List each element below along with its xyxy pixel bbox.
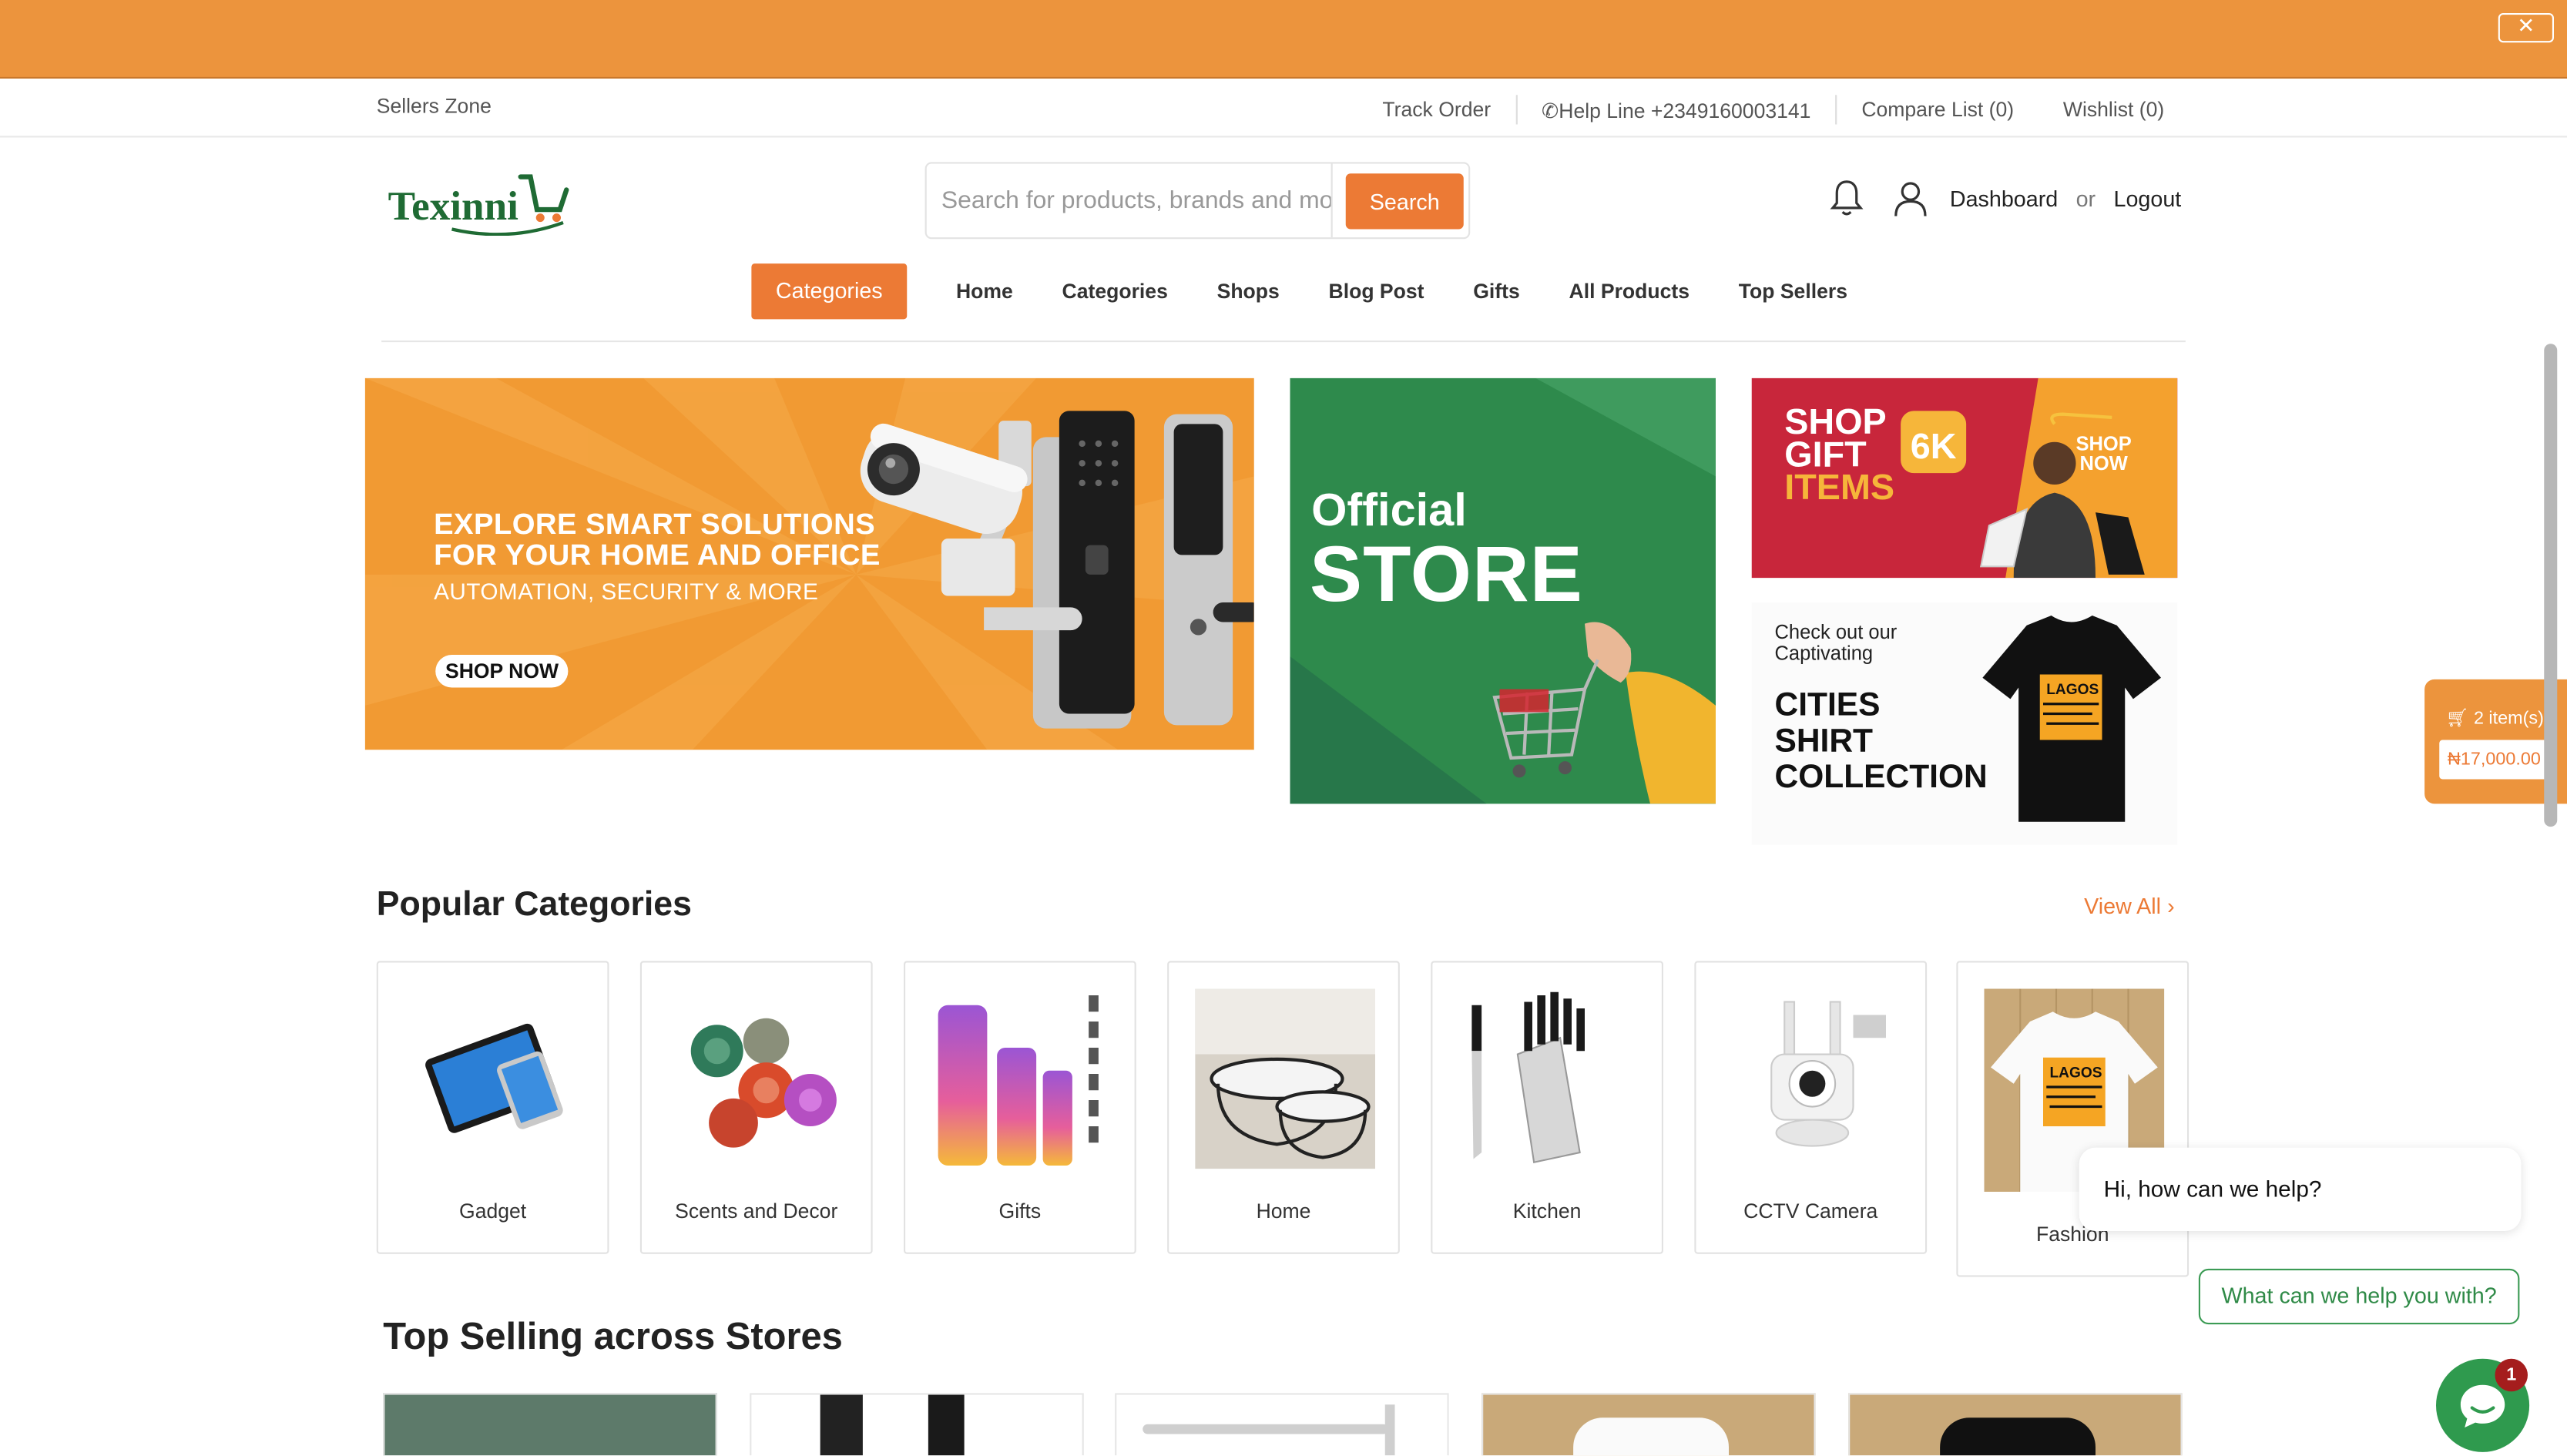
cart-items-count: 🛒︎ 2 item(s) [2446, 707, 2544, 729]
scents-image [690, 1018, 837, 1148]
header-account-area: Dashboard or Logout [1827, 177, 2182, 220]
cities-intro-text: Check out our Captivating [1774, 620, 1898, 665]
search-divider [1330, 163, 1333, 238]
category-label: Kitchen [1512, 1199, 1582, 1223]
category-card-kitchen[interactable]: Kitchen [1431, 961, 1663, 1254]
cities-shirt-banner[interactable]: Check out our Captivating CITIES SHIRT C… [1751, 602, 2178, 845]
category-label: Scents and Decor [675, 1199, 838, 1223]
shirt-print-text: LAGOS [2046, 682, 2099, 698]
category-label: Gadget [459, 1199, 527, 1223]
product-image [1573, 1417, 1729, 1456]
gadget-image [425, 1023, 563, 1133]
product-card[interactable] [383, 1393, 717, 1456]
official-store-banner[interactable]: Official STORE [1290, 377, 1716, 804]
texinni-logo[interactable]: Texinni [387, 167, 570, 236]
category-label: Home [1256, 1199, 1311, 1223]
product-card[interactable] [750, 1393, 1084, 1456]
product-card[interactable] [1848, 1393, 2183, 1456]
or-text: or [2075, 186, 2096, 211]
chevron-right-icon: › [2167, 894, 2175, 919]
nav-all-products[interactable]: All Products [1569, 280, 1690, 303]
category-card-scents-and-decor[interactable]: Scents and Decor [639, 961, 873, 1254]
nav-shops[interactable]: Shops [1217, 280, 1280, 303]
product-image [928, 1394, 965, 1456]
nav-categories[interactable]: Categories [1062, 280, 1168, 303]
page-scrollbar[interactable] [2544, 344, 2558, 827]
cities-title: CITIES SHIRT COLLECTION [1775, 688, 1988, 796]
gift-items-banner[interactable]: SHOP GIFT ITEMS 6K SHOP NOW [1751, 377, 2178, 579]
categories-dropdown-button[interactable]: Categories [751, 263, 908, 320]
nav-divider [381, 341, 2186, 343]
coffee-table-image [1195, 988, 1375, 1169]
view-all-text: View All [2084, 894, 2162, 919]
black-tshirt-image: LAGOS [1982, 616, 2161, 822]
search-bar: Search [924, 162, 1471, 240]
nav-gifts[interactable]: Gifts [1473, 280, 1520, 303]
banner-headline: EXPLORE SMART SOLUTIONS FOR YOUR HOME AN… [434, 507, 881, 572]
track-order-link[interactable]: Track Order [1358, 99, 1515, 122]
help-line-text: Help Line +2349160003141 [1559, 99, 1811, 122]
promo-top-bar: ✕ [0, 0, 2567, 79]
top-selling-title: Top Selling across Stores [383, 1314, 843, 1357]
nav-top-sellers[interactable]: Top Sellers [1739, 280, 1847, 303]
category-card-home[interactable]: Home [1167, 961, 1400, 1254]
user-icon[interactable] [1891, 177, 1930, 220]
site-header: Texinni Search Dashboard or Logout [0, 138, 2567, 253]
cities-title-line1: CITIES [1774, 687, 1881, 724]
shop-now-button[interactable]: SHOP NOW [435, 655, 569, 688]
category-card-cctv-camera[interactable]: CCTV Camera [1694, 961, 1928, 1254]
sellers-zone-link[interactable]: Sellers Zone [377, 95, 492, 118]
cart-items-text: 2 item(s) [2473, 709, 2544, 729]
popular-categories-title: Popular Categories [376, 885, 692, 924]
shirt-print-text: LAGOS [2050, 1065, 2102, 1081]
cities-title-line3: COLLECTION [1774, 760, 1988, 796]
banner-subline: AUTOMATION, SECURITY & MORE [434, 578, 819, 605]
chat-icon [2460, 1384, 2505, 1427]
category-label: Gifts [998, 1199, 1042, 1223]
woman-with-bags-image [1979, 412, 2145, 579]
product-image [1143, 1424, 1388, 1434]
search-input[interactable] [926, 163, 1331, 238]
cart-icon: 🛒︎ [2445, 709, 2474, 729]
product-image [820, 1394, 863, 1456]
smart-lock-image [984, 411, 1254, 729]
banner-headline-line2: FOR YOUR HOME AND OFFICE [434, 538, 881, 572]
search-button[interactable]: Search [1345, 173, 1464, 230]
cctv-camera-image [1770, 1001, 1886, 1147]
banner-headline-line1: EXPLORE SMART SOLUTIONS [434, 507, 876, 541]
product-image [1940, 1417, 2096, 1456]
cities-title-line2: SHIRT [1774, 723, 1874, 760]
knife-block-image [1471, 991, 1585, 1164]
logout-link[interactable]: Logout [2114, 186, 2182, 210]
chat-notification-badge: 1 [2495, 1358, 2528, 1392]
help-line-link[interactable]: ✆Help Line +2349160003141 [1517, 97, 1835, 122]
compare-list-link[interactable]: Compare List (0) [1837, 99, 2038, 122]
nav-home[interactable]: Home [956, 280, 1013, 303]
close-icon[interactable]: ✕ [2498, 13, 2554, 43]
view-all-link[interactable]: View All › [2084, 894, 2175, 918]
category-card-gifts[interactable]: Gifts [904, 961, 1136, 1254]
main-nav: Categories Home Categories Shops Blog Po… [0, 252, 2567, 344]
chat-greeting-bubble: Hi, how can we help? [2079, 1147, 2522, 1231]
utility-bar: Sellers Zone Track Order ✆Help Line +234… [0, 79, 2567, 138]
official-text: Official [1311, 485, 1467, 535]
gift-banner-title: SHOP GIFT ITEMS [1784, 404, 1895, 508]
nav-blog-post[interactable]: Blog Post [1329, 280, 1424, 303]
category-label: CCTV Camera [1743, 1199, 1878, 1223]
dashboard-link[interactable]: Dashboard [1950, 186, 2058, 210]
cart-total: ₦17,000.00 [2439, 740, 2549, 780]
gift-items-text: ITEMS [1784, 466, 1895, 508]
product-card[interactable] [1481, 1393, 1816, 1456]
water-bottles-image [938, 995, 1099, 1166]
bell-icon[interactable] [1827, 177, 1867, 220]
category-card-gadget[interactable]: Gadget [376, 961, 609, 1254]
product-image [1384, 1404, 1395, 1456]
product-card[interactable] [1115, 1393, 1449, 1456]
chat-quick-reply-button[interactable]: What can we help you with? [2198, 1268, 2520, 1325]
phone-icon: ✆ [1541, 99, 1559, 122]
hand-with-cart-image [1492, 622, 1716, 804]
smart-solutions-banner[interactable]: EXPLORE SMART SOLUTIONS FOR YOUR HOME AN… [364, 377, 1254, 750]
wishlist-link[interactable]: Wishlist (0) [2038, 99, 2189, 122]
logo-text: Texinni [388, 184, 518, 229]
